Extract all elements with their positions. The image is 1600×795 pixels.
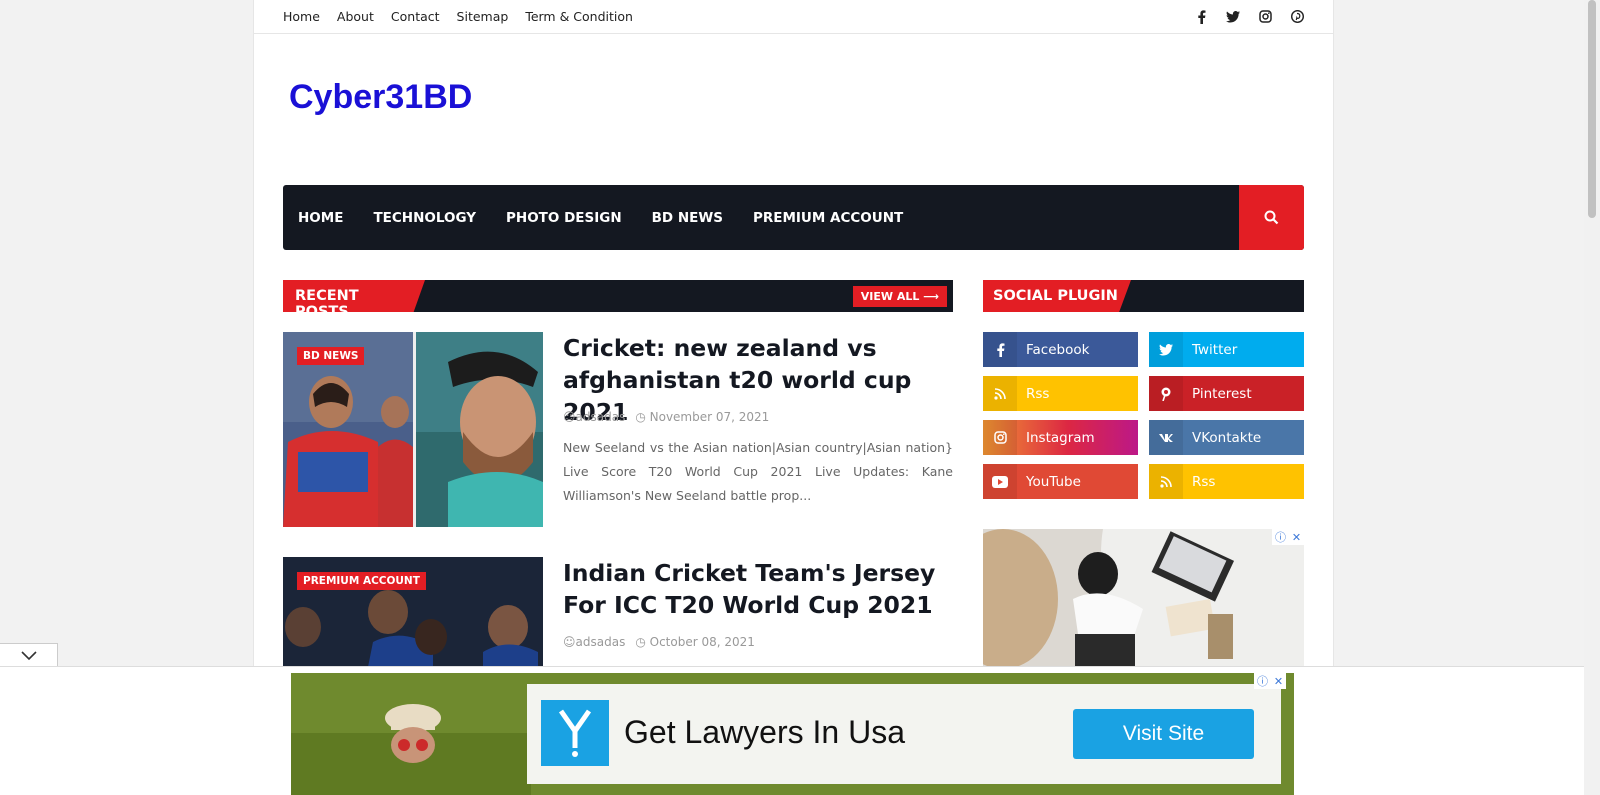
top-link-home[interactable]: Home: [283, 9, 320, 24]
social-button-label: YouTube: [1026, 473, 1081, 490]
close-icon: ✕: [1291, 530, 1302, 544]
social-plugin-header: SOCIAL PLUGIN: [983, 280, 1304, 312]
pinterest-icon: [1149, 376, 1183, 411]
author-meta: ☺adsadas: [563, 410, 625, 424]
social-button-twitter[interactable]: Twitter: [1149, 332, 1304, 367]
social-button-vkontakte[interactable]: VKontakte: [1149, 420, 1304, 455]
post-title[interactable]: Indian Cricket Team's Jersey For ICC T20…: [563, 557, 953, 621]
recent-posts-header: RECENT POSTS VIEW ALL ⟶: [283, 280, 953, 312]
bottom-ad[interactable]: Get Lawyers In Usa Visit Site ⓘ ✕: [291, 673, 1294, 795]
twitter-icon: [1149, 332, 1183, 367]
author-meta: ☺adsadas: [563, 635, 625, 649]
main-nav: HOME TECHNOLOGY PHOTO DESIGN BD NEWS PRE…: [283, 185, 1304, 250]
clock-icon: ◷: [635, 410, 650, 424]
nav-bd-news[interactable]: BD NEWS: [652, 210, 723, 226]
post-card: PREMIUM ACCOUNT Indian Cricket Team's Je…: [283, 557, 953, 667]
date-meta: ◷ October 08, 2021: [635, 635, 755, 649]
nav-photo-design[interactable]: PHOTO DESIGN: [506, 210, 622, 226]
social-button-rss[interactable]: Rss: [983, 376, 1138, 411]
rss-icon: [1149, 464, 1183, 499]
instagram-icon: [983, 420, 1017, 455]
chevron-down-icon: [20, 650, 37, 660]
top-links: Home About Contact Sitemap Term & Condit…: [283, 9, 650, 24]
recent-posts-title: RECENT POSTS: [283, 280, 425, 312]
ad-close[interactable]: ⓘ ✕: [1254, 673, 1286, 689]
date-meta: ◷ November 07, 2021: [635, 410, 769, 424]
top-link-sitemap[interactable]: Sitemap: [457, 9, 509, 24]
site-logo[interactable]: Cyber31BD: [289, 78, 472, 117]
social-button-label: Facebook: [1026, 341, 1090, 358]
scrollbar[interactable]: [1584, 0, 1600, 795]
post-card: BD NEWS Cricket: new zealand vs afghanis…: [283, 332, 953, 527]
ad-info-icon: ⓘ: [1256, 675, 1268, 688]
youtube-icon: [983, 464, 1017, 499]
social-plugin-title: SOCIAL PLUGIN: [983, 280, 1131, 312]
post-author[interactable]: adsadas: [576, 635, 626, 649]
social-button-pinterest[interactable]: Pinterest: [1149, 376, 1304, 411]
post-meta: ☺adsadas ◷ October 08, 2021: [563, 635, 755, 649]
social-button-rss[interactable]: Rss: [1149, 464, 1304, 499]
search-button[interactable]: [1239, 185, 1304, 250]
user-icon: ☺: [563, 635, 576, 649]
top-social: [1194, 9, 1304, 24]
social-button-label: Rss: [1026, 385, 1050, 402]
top-link-about[interactable]: About: [337, 9, 374, 24]
view-all-button[interactable]: VIEW ALL ⟶: [852, 286, 947, 307]
scrollbar-thumb[interactable]: [1588, 0, 1596, 218]
sidebar-ad[interactable]: ⓘ ✕: [983, 529, 1304, 669]
ad-info-icon: ⓘ: [1274, 531, 1286, 544]
social-button-label: Twitter: [1192, 341, 1238, 358]
ad-headline: Get Lawyers In Usa: [624, 714, 905, 750]
top-link-contact[interactable]: Contact: [391, 9, 440, 24]
user-icon: ☺: [563, 410, 576, 424]
twitter-icon[interactable]: [1226, 10, 1240, 24]
post-category-badge[interactable]: BD NEWS: [297, 347, 365, 365]
social-button-youtube[interactable]: YouTube: [983, 464, 1138, 499]
post-category-badge[interactable]: PREMIUM ACCOUNT: [297, 572, 426, 590]
collapse-ad-button[interactable]: [0, 643, 58, 667]
social-button-label: Pinterest: [1192, 385, 1252, 402]
clock-icon: ◷: [635, 635, 650, 649]
social-button-label: Instagram: [1026, 429, 1095, 446]
social-button-facebook[interactable]: Facebook: [983, 332, 1138, 367]
visit-site-button[interactable]: Visit Site: [1073, 709, 1254, 759]
facebook-icon[interactable]: [1194, 9, 1208, 24]
vk-icon: [1149, 420, 1183, 455]
facebook-icon: [983, 332, 1017, 367]
close-icon: ✕: [1273, 674, 1284, 688]
post-excerpt: New Seeland vs the Asian nation|Asian co…: [563, 440, 953, 503]
post-author[interactable]: adsadas: [576, 410, 626, 424]
pinterest-icon[interactable]: [1290, 10, 1304, 24]
instagram-icon[interactable]: [1258, 10, 1272, 24]
post-thumbnail[interactable]: BD NEWS: [283, 332, 543, 527]
post-meta: ☺adsadas ◷ November 07, 2021: [563, 410, 769, 424]
social-button-instagram[interactable]: Instagram: [983, 420, 1138, 455]
top-bar: Home About Contact Sitemap Term & Condit…: [254, 0, 1333, 34]
post-date: November 07, 2021: [649, 410, 770, 424]
social-button-label: Rss: [1192, 473, 1216, 490]
ad-brand-logo: [541, 700, 609, 766]
ad-card[interactable]: Get Lawyers In Usa Visit Site: [527, 684, 1281, 784]
top-link-terms[interactable]: Term & Condition: [525, 9, 633, 24]
post-date: October 08, 2021: [649, 635, 755, 649]
search-icon: [1264, 210, 1279, 225]
ad-close[interactable]: ⓘ ✕: [1272, 529, 1304, 545]
rss-icon: [983, 376, 1017, 411]
nav-premium-account[interactable]: PREMIUM ACCOUNT: [753, 210, 903, 226]
nav-technology[interactable]: TECHNOLOGY: [373, 210, 476, 226]
nav-home[interactable]: HOME: [298, 210, 343, 226]
social-button-label: VKontakte: [1192, 429, 1262, 446]
post-thumbnail[interactable]: PREMIUM ACCOUNT: [283, 557, 543, 667]
